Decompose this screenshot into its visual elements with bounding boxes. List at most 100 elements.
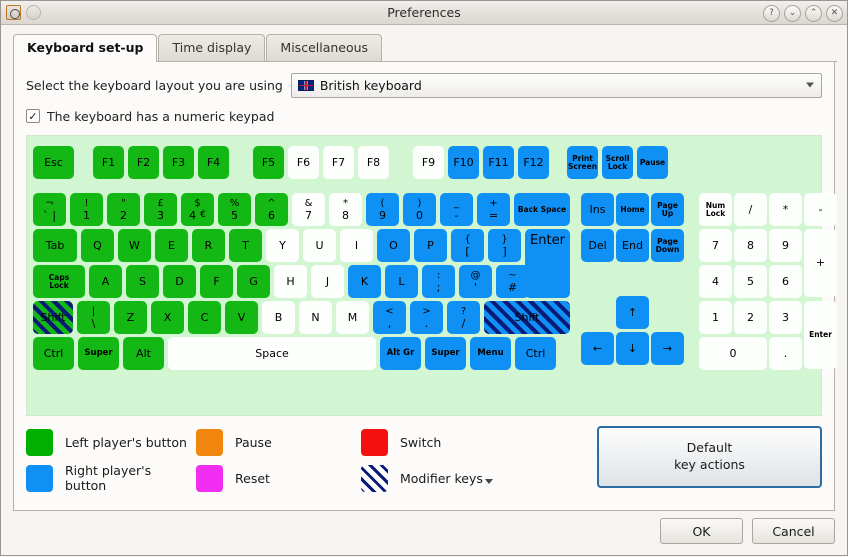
window-menu-icon[interactable] xyxy=(26,5,41,20)
help-icon[interactable]: ? xyxy=(763,4,780,22)
key-key[interactable]: ↓ xyxy=(616,332,649,365)
key-8[interactable]: 8 xyxy=(734,229,767,262)
key-f11[interactable]: F11 xyxy=(483,146,514,179)
key-3[interactable]: 3 xyxy=(769,301,802,334)
key-p[interactable]: P xyxy=(414,229,447,262)
key-y[interactable]: Y xyxy=(266,229,299,262)
key-esc[interactable]: Esc xyxy=(33,146,74,179)
numeric-keypad-checkbox[interactable]: ✓ xyxy=(26,109,40,123)
key-f5[interactable]: F5 xyxy=(253,146,284,179)
key-key[interactable]: {[ xyxy=(451,229,484,262)
key-print-screen[interactable]: Print Screen xyxy=(567,146,598,179)
chevron-down-icon[interactable] xyxy=(484,478,493,484)
key-4[interactable]: $4 € xyxy=(181,193,214,226)
key-tab[interactable]: Tab xyxy=(33,229,77,262)
key-3[interactable]: £3 xyxy=(144,193,177,226)
key-i[interactable]: I xyxy=(340,229,373,262)
key-key[interactable]: ← xyxy=(581,332,614,365)
key-h[interactable]: H xyxy=(274,265,307,298)
key-0[interactable]: ) 0 xyxy=(403,193,436,226)
key-c[interactable]: C xyxy=(188,301,221,334)
key-e[interactable]: E xyxy=(155,229,188,262)
key-n[interactable]: N xyxy=(299,301,332,334)
key-g[interactable]: G xyxy=(237,265,270,298)
key-f2[interactable]: F2 xyxy=(128,146,159,179)
close-icon[interactable]: ✕ xyxy=(826,4,843,22)
key-key[interactable]: _ - xyxy=(440,193,473,226)
key-9[interactable]: (9 xyxy=(366,193,399,226)
key-2[interactable]: " 2 xyxy=(107,193,140,226)
key-5[interactable]: 5 xyxy=(734,265,767,298)
key-q[interactable]: Q xyxy=(81,229,114,262)
key-b[interactable]: B xyxy=(262,301,295,334)
key-d[interactable]: D xyxy=(163,265,196,298)
key-alt[interactable]: Alt xyxy=(123,337,164,370)
key-f6[interactable]: F6 xyxy=(288,146,319,179)
key-1[interactable]: 1 xyxy=(699,301,732,334)
key-pause[interactable]: Pause xyxy=(637,146,668,179)
key-shift[interactable]: Shift xyxy=(33,301,73,334)
key-6[interactable]: 6 xyxy=(769,265,802,298)
key-key[interactable]: - xyxy=(804,193,837,226)
key-5[interactable]: % 5 xyxy=(218,193,251,226)
key-m[interactable]: M xyxy=(336,301,369,334)
legend-item-modifier-keys[interactable]: Modifier keys xyxy=(361,464,561,492)
key-shift[interactable]: Shift xyxy=(484,301,570,334)
key-s[interactable]: S xyxy=(126,265,159,298)
default-key-actions-button[interactable]: Default key actions xyxy=(597,426,822,488)
key-home[interactable]: Home xyxy=(616,193,649,226)
cancel-button[interactable]: Cancel xyxy=(752,518,835,544)
key-key[interactable]: . xyxy=(769,337,802,370)
key-key[interactable]: * xyxy=(769,193,802,226)
key-key[interactable]: / xyxy=(734,193,767,226)
key-a[interactable]: A xyxy=(89,265,122,298)
key-key[interactable]: + xyxy=(804,229,837,297)
key-f7[interactable]: F7 xyxy=(323,146,354,179)
key-super[interactable]: Super xyxy=(78,337,119,370)
keyboard-layout-select[interactable]: British keyboard xyxy=(290,72,822,98)
key-key[interactable]: ↑ xyxy=(616,296,649,329)
key-end[interactable]: End xyxy=(616,229,649,262)
key-super[interactable]: Super xyxy=(425,337,466,370)
key-f4[interactable]: F4 xyxy=(198,146,229,179)
maximize-icon[interactable]: ⌃ xyxy=(805,4,822,22)
key-enter[interactable]: Enter xyxy=(525,229,570,298)
key-del[interactable]: Del xyxy=(581,229,614,262)
key-key[interactable]: | \ xyxy=(77,301,110,334)
key-scroll-lock[interactable]: Scroll Lock xyxy=(602,146,633,179)
key-7[interactable]: 7 xyxy=(699,229,732,262)
key-num-lock[interactable]: Num Lock xyxy=(699,193,732,226)
key-f8[interactable]: F8 xyxy=(358,146,389,179)
key-key[interactable]: + = xyxy=(477,193,510,226)
key-space[interactable]: Space xyxy=(168,337,376,370)
key-page-down[interactable]: Page Down xyxy=(651,229,684,262)
key-key[interactable]: >. xyxy=(410,301,443,334)
numeric-keypad-row[interactable]: ✓ The keyboard has a numeric keypad xyxy=(26,107,822,125)
key-ctrl[interactable]: Ctrl xyxy=(33,337,74,370)
key-r[interactable]: R xyxy=(192,229,225,262)
key-key[interactable]: ¬ ` | xyxy=(33,193,66,226)
key-key[interactable]: @ ' xyxy=(459,265,492,298)
key-key[interactable]: → xyxy=(651,332,684,365)
key-back-space[interactable]: Back Space xyxy=(514,193,570,226)
key-key[interactable]: ~ # xyxy=(496,265,529,298)
modifier-keys-dropdown[interactable]: Modifier keys xyxy=(400,471,493,486)
tab-time-display[interactable]: Time display xyxy=(158,34,266,61)
minimize-icon[interactable]: ⌄ xyxy=(784,4,801,22)
key-f10[interactable]: F10 xyxy=(448,146,479,179)
key-f1[interactable]: F1 xyxy=(93,146,124,179)
key-j[interactable]: J xyxy=(311,265,344,298)
key-caps-lock[interactable]: Caps Lock xyxy=(33,265,85,298)
key-key[interactable]: ? / xyxy=(447,301,480,334)
key-f[interactable]: F xyxy=(200,265,233,298)
key-t[interactable]: T xyxy=(229,229,262,262)
key-u[interactable]: U xyxy=(303,229,336,262)
key-k[interactable]: K xyxy=(348,265,381,298)
key-z[interactable]: Z xyxy=(114,301,147,334)
key-l[interactable]: L xyxy=(385,265,418,298)
key-f12[interactable]: F12 xyxy=(518,146,549,179)
key-4[interactable]: 4 xyxy=(699,265,732,298)
key-key[interactable]: <, xyxy=(373,301,406,334)
key-o[interactable]: O xyxy=(377,229,410,262)
key-7[interactable]: & 7 xyxy=(292,193,325,226)
